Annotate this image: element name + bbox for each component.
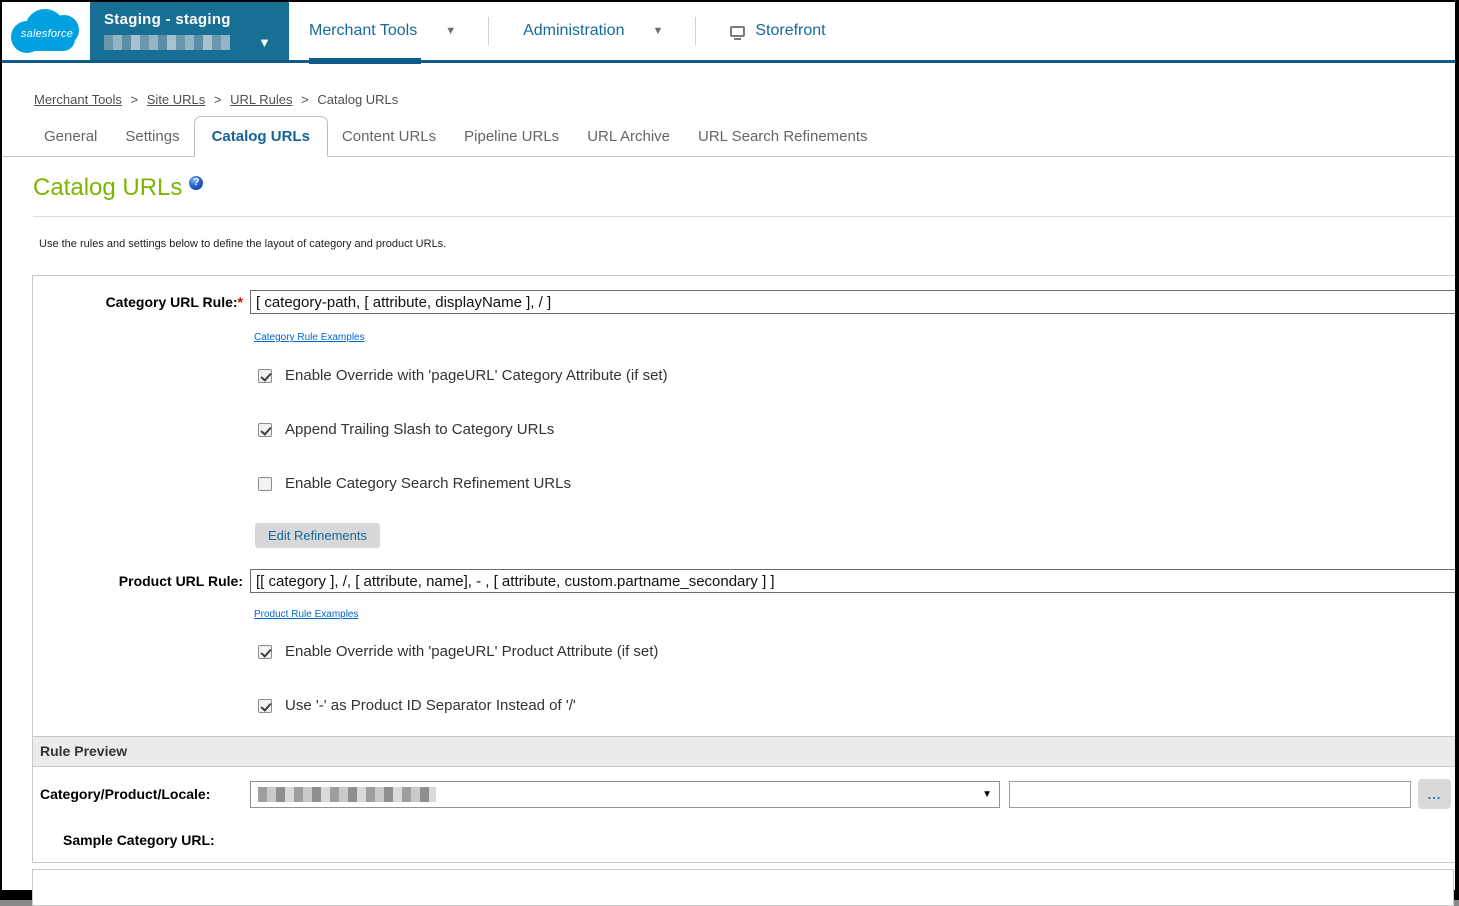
monitor-icon [730, 25, 746, 40]
browse-button[interactable]: ... [1418, 779, 1451, 809]
nav-administration-label: Administration [523, 22, 625, 39]
checkbox-enable-category-search-refinement[interactable] [258, 476, 272, 491]
product-url-rule-label: Product URL Rule: [118, 573, 243, 589]
tab-general[interactable]: General [30, 117, 111, 156]
nav-administration[interactable]: Administration ▼ [489, 2, 695, 60]
salesforce-cloud-icon: salesforce [11, 7, 81, 55]
tab-catalog-urls[interactable]: Catalog URLs [193, 116, 328, 157]
chevron-down-icon: ▼ [258, 35, 271, 50]
breadcrumb-separator: > [213, 92, 222, 107]
checkbox-label: Enable Category Search Refinement URLs [285, 475, 571, 492]
page-title: Catalog URLs [33, 174, 183, 201]
nav-storefront[interactable]: Storefront [696, 2, 826, 60]
category-url-rule-label: Category URL Rule:* [105, 294, 243, 310]
checkbox-label: Use '-' as Product ID Separator Instead … [285, 697, 576, 714]
checkbox-label: Enable Override with 'pageURL' Category … [285, 367, 668, 384]
tab-url-archive[interactable]: URL Archive [573, 117, 684, 156]
checkbox-product-id-separator[interactable] [258, 698, 272, 713]
product-rule-examples-link[interactable]: Product Rule Examples [254, 609, 359, 620]
checkbox-enable-override-product[interactable] [258, 644, 272, 659]
sample-category-url-label: Sample Category URL: [63, 832, 215, 848]
checkbox-label: Enable Override with 'pageURL' Product A… [285, 643, 659, 660]
top-bar: salesforce Staging - staging ▼ Merchant … [2, 2, 1455, 64]
chevron-down-icon: ▼ [445, 25, 457, 37]
edit-refinements-button[interactable]: Edit Refinements [255, 523, 380, 548]
checkbox-label: Append Trailing Slash to Category URLs [285, 421, 555, 438]
instance-title: Staging - staging [104, 11, 231, 28]
breadcrumb-current: Catalog URLs [317, 92, 399, 107]
category-url-rule-input[interactable] [250, 290, 1455, 314]
salesforce-logo-text: salesforce [20, 28, 74, 40]
breadcrumb-site-urls[interactable]: Site URLs [147, 92, 206, 107]
tab-bar: General Settings Catalog URLs Content UR… [2, 116, 1455, 157]
category-product-locale-label: Category/Product/Locale: [40, 786, 211, 802]
product-url-rule-input[interactable] [250, 569, 1455, 593]
checkbox-append-trailing-slash[interactable] [258, 422, 272, 437]
page-description: Use the rules and settings below to defi… [39, 238, 447, 250]
nav-merchant-tools-label: Merchant Tools [309, 22, 418, 39]
salesforce-logo: salesforce [2, 2, 90, 60]
redacted-selected-option [258, 786, 436, 802]
tab-url-search-refinements[interactable]: URL Search Refinements [684, 117, 882, 156]
required-marker: * [237, 294, 243, 310]
chevron-down-icon: ▼ [652, 25, 664, 37]
redacted-site-name [104, 35, 230, 50]
tab-pipeline-urls[interactable]: Pipeline URLs [450, 117, 573, 156]
help-icon[interactable]: ? [189, 176, 204, 190]
tab-settings[interactable]: Settings [111, 117, 193, 156]
category-product-locale-select[interactable]: ▼ [250, 780, 1000, 808]
breadcrumb-separator: > [301, 92, 309, 107]
nav-storefront-label: Storefront [755, 22, 826, 39]
title-divider [33, 216, 1455, 217]
tab-content-urls[interactable]: Content URLs [328, 117, 450, 156]
breadcrumb-url-rules[interactable]: URL Rules [230, 92, 292, 107]
main-nav: Merchant Tools ▼ Administration ▼ Storef… [309, 2, 826, 64]
rule-preview-header: Rule Preview [33, 736, 1455, 767]
nav-merchant-tools[interactable]: Merchant Tools ▼ [309, 2, 488, 64]
checkbox-enable-override-category[interactable] [258, 368, 272, 383]
chevron-down-icon: ▼ [982, 788, 992, 800]
breadcrumb-separator: > [130, 92, 139, 107]
breadcrumb-merchant-tools[interactable]: Merchant Tools [34, 92, 122, 107]
category-rule-examples-link[interactable]: Category Rule Examples [254, 332, 365, 343]
instance-selector[interactable]: Staging - staging ▼ [90, 2, 289, 60]
preview-value-input[interactable] [1009, 780, 1411, 808]
breadcrumb: Merchant Tools > Site URLs > URL Rules >… [34, 92, 1455, 107]
sample-url-result-panel [32, 869, 1454, 906]
catalog-url-form: Category URL Rule:* Category Rule Exampl… [32, 275, 1455, 863]
